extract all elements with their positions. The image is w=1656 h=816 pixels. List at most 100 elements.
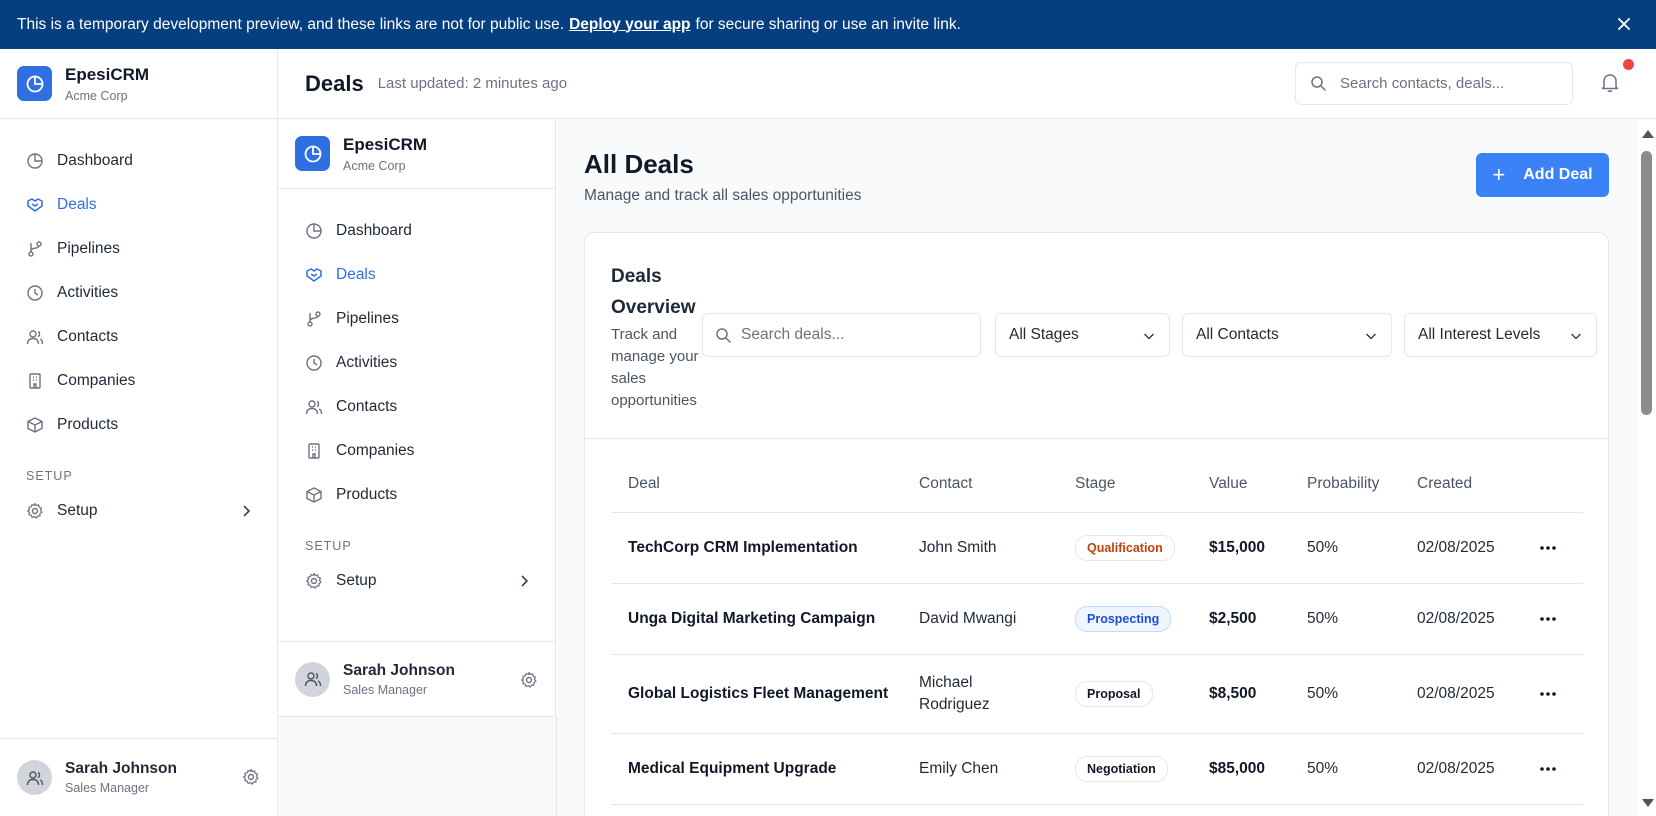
search-icon xyxy=(716,327,731,343)
sidebar-nav: Dashboard Deals Pipelines Activities Con… xyxy=(0,119,277,533)
table-row[interactable]: Unga Digital Marketing Campaign David Mw… xyxy=(611,584,1583,655)
deals-card: Deals Overview Track and manage your sal… xyxy=(584,232,1609,816)
banner-text-after: for secure sharing or use an invite link… xyxy=(695,15,961,33)
sidebar-item-label: Products xyxy=(336,486,398,503)
page-title: Deals xyxy=(305,70,364,96)
sidebar-item-label: Pipelines xyxy=(57,240,120,257)
logo-icon xyxy=(295,136,330,171)
building-icon xyxy=(308,443,320,459)
logo-icon xyxy=(17,66,52,101)
chevron-down-icon xyxy=(1143,333,1155,340)
add-deal-button[interactable]: + Add Deal xyxy=(1476,153,1609,197)
sidebar-item-deals[interactable]: Deals xyxy=(0,183,277,227)
table-row[interactable]: Medical Equipment Upgrade Emily Chen Neg… xyxy=(611,734,1583,805)
scrollbar[interactable] xyxy=(1638,119,1656,816)
main-content: All Deals Manage and track all sales opp… xyxy=(557,119,1638,816)
global-search-input[interactable]: Search contacts, deals... xyxy=(1295,62,1573,105)
sidebar-item-label: Dashboard xyxy=(57,152,133,169)
interest-filter-select[interactable]: All Interest Levels xyxy=(1404,313,1597,357)
more-options-icon[interactable] xyxy=(1539,766,1557,772)
sidebar-item-label: Deals xyxy=(336,266,376,283)
deal-created: 02/08/2025 xyxy=(1417,539,1495,556)
sidebar-item-pipelines[interactable]: Pipelines xyxy=(278,297,555,341)
brand-org: Acme Corp xyxy=(343,158,406,173)
sidebar-nav: Dashboard Deals Pipelines Activities Con… xyxy=(278,189,555,603)
settings-gear-icon[interactable] xyxy=(242,768,260,786)
more-options-icon[interactable] xyxy=(1539,691,1557,697)
column-header-created[interactable]: Created xyxy=(1417,475,1472,493)
search-placeholder: Search contacts, deals... xyxy=(1340,75,1505,92)
close-icon[interactable] xyxy=(1614,14,1634,34)
deal-name[interactable]: Global Logistics Fleet Management xyxy=(628,685,888,703)
scroll-up-arrow-icon[interactable] xyxy=(1642,130,1654,138)
deploy-app-link[interactable]: Deploy your app xyxy=(569,16,690,34)
deal-contact: John Smith xyxy=(919,539,997,556)
preview-banner: This is a temporary development preview,… xyxy=(0,0,1656,49)
sidebar-item-companies[interactable]: Companies xyxy=(278,429,555,473)
scrollbar-thumb[interactable] xyxy=(1641,151,1652,415)
deal-name[interactable]: TechCorp CRM Implementation xyxy=(628,539,858,557)
bell-icon[interactable] xyxy=(1599,71,1621,93)
column-header-stage[interactable]: Stage xyxy=(1075,475,1116,493)
sidebar-item-contacts[interactable]: Contacts xyxy=(0,315,277,359)
settings-gear-icon[interactable] xyxy=(520,671,538,689)
sidebar-item-label: Deals xyxy=(57,196,97,213)
sidebar-item-deals[interactable]: Deals xyxy=(278,253,555,297)
user-profile[interactable]: Sarah Johnson Sales Manager xyxy=(0,738,277,816)
table-row[interactable]: Global Logistics Fleet Management Michae… xyxy=(611,655,1583,734)
overview-description: Track and manage your sales opportunitie… xyxy=(611,326,699,409)
sidebar-item-pipelines[interactable]: Pipelines xyxy=(0,227,277,271)
more-options-icon[interactable] xyxy=(1539,616,1557,622)
deal-name[interactable]: Unga Digital Marketing Campaign xyxy=(628,610,875,628)
sidebar-item-setup[interactable]: Setup xyxy=(0,489,277,533)
column-header-probability[interactable]: Probability xyxy=(1307,475,1379,493)
clock-icon xyxy=(306,355,322,371)
sidebar-item-label: Products xyxy=(57,416,119,433)
column-header-value[interactable]: Value xyxy=(1209,475,1248,493)
contact-filter-select[interactable]: All Contacts xyxy=(1182,313,1392,357)
handshake-icon xyxy=(27,198,43,212)
brand[interactable]: EpesiCRM Acme Corp xyxy=(0,49,277,119)
sidebar-item-dashboard[interactable]: Dashboard xyxy=(0,139,277,183)
deal-search-input[interactable]: Search deals... xyxy=(702,313,981,357)
search-icon xyxy=(1311,76,1326,91)
box-icon xyxy=(27,417,43,433)
sidebar-item-contacts[interactable]: Contacts xyxy=(278,385,555,429)
main-title: All Deals xyxy=(584,149,694,179)
stage-badge: Negotiation xyxy=(1075,756,1168,782)
dashboard-icon xyxy=(306,223,322,239)
deal-probability: 50% xyxy=(1307,760,1339,777)
deal-name[interactable]: Medical Equipment Upgrade xyxy=(628,760,836,778)
sidebar-item-activities[interactable]: Activities xyxy=(278,341,555,385)
deal-created: 02/08/2025 xyxy=(1417,685,1495,702)
stage-badge: Qualification xyxy=(1075,535,1175,561)
brand-org: Acme Corp xyxy=(65,88,128,103)
more-options-icon[interactable] xyxy=(1539,545,1557,551)
sidebar-item-setup[interactable]: Setup xyxy=(278,559,555,603)
contact-filter-value: All Contacts xyxy=(1196,326,1279,343)
users-icon xyxy=(305,400,323,415)
column-header-contact[interactable]: Contact xyxy=(919,475,972,493)
scroll-down-arrow-icon[interactable] xyxy=(1642,799,1654,807)
stage-filter-select[interactable]: All Stages xyxy=(995,313,1170,357)
sidebar-item-companies[interactable]: Companies xyxy=(0,359,277,403)
sidebar-item-dashboard[interactable]: Dashboard xyxy=(278,209,555,253)
gear-icon xyxy=(26,502,43,519)
setup-heading: SETUP xyxy=(305,539,352,553)
deal-probability: 50% xyxy=(1307,610,1339,627)
sidebar-item-products[interactable]: Products xyxy=(0,403,277,447)
table-row[interactable]: TechCorp CRM Implementation John Smith Q… xyxy=(611,513,1583,584)
deal-probability: 50% xyxy=(1307,539,1339,556)
deal-contact: David Mwangi xyxy=(919,610,1017,627)
setup-heading: SETUP xyxy=(26,469,73,483)
sidebar-item-products[interactable]: Products xyxy=(278,473,555,517)
sidebar-item-label: Pipelines xyxy=(336,310,399,327)
stage-badge: Prospecting xyxy=(1075,606,1172,632)
deal-created: 02/08/2025 xyxy=(1417,610,1495,627)
brand[interactable]: EpesiCRM Acme Corp xyxy=(278,119,555,189)
sidebar-item-label: Contacts xyxy=(57,328,119,345)
column-header-deal[interactable]: Deal xyxy=(628,475,660,493)
user-profile[interactable]: Sarah Johnson Sales Manager xyxy=(278,641,555,716)
sidebar-item-activities[interactable]: Activities xyxy=(0,271,277,315)
deal-contact: Emily Chen xyxy=(919,760,999,777)
